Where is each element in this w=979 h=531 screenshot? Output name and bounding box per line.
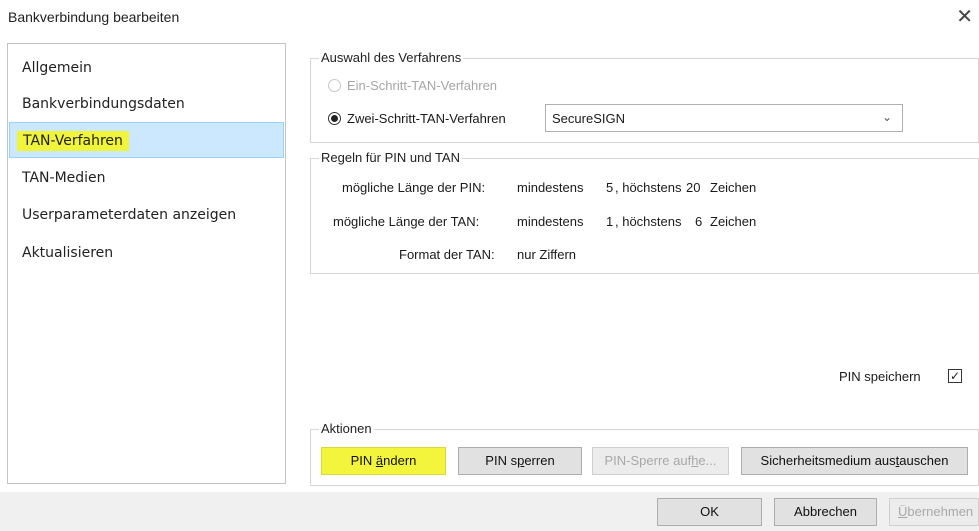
verfahren-group: Auswahl des Verfahrens Ein-Schritt-TAN-V… [310, 50, 979, 143]
button-label: PIN ändern [350, 453, 417, 468]
button-label: PIN sperren [485, 453, 555, 468]
chevron-down-icon: ⌄ [881, 110, 892, 124]
pin-speichern-label: PIN speichern [839, 369, 921, 384]
sidebar-item-tan-medien[interactable]: TAN-Medien [9, 160, 284, 196]
cancel-button[interactable]: Abbrechen [774, 498, 877, 526]
sidebar-item-userparameterdaten[interactable]: Userparameterdaten anzeigen [9, 197, 284, 233]
pin-unit: Zeichen [710, 180, 757, 195]
window-title: Bankverbindung bearbeiten [8, 9, 180, 25]
dialog-footer: OK Abbrechen Übernehmen [0, 492, 979, 531]
tan-max-value: 6 [695, 214, 703, 229]
ok-button[interactable]: OK [657, 498, 762, 526]
aktionen-legend: Aktionen [319, 421, 374, 436]
apply-button[interactable]: Übernehmen [889, 498, 979, 526]
pin-max-label: , höchstens [615, 180, 682, 195]
title-bar: Bankverbindung bearbeiten ✕ [0, 0, 979, 30]
pin-length-label: mögliche Länge der PIN: [342, 180, 486, 195]
pin-sperren-button[interactable]: PIN sperren [458, 447, 582, 475]
sidebar-item-allgemein[interactable]: Allgemein [9, 50, 284, 86]
regeln-group: Regeln für PIN und TAN mögliche Länge de… [310, 150, 979, 274]
sidebar-item-label: Bankverbindungsdaten [22, 96, 185, 112]
sidebar: Allgemein Bankverbindungsdaten TAN-Verfa… [7, 43, 286, 484]
button-label: Sicherheitsmedium austauschen [760, 453, 949, 468]
ein-schritt-radio[interactable] [328, 79, 341, 92]
zwei-schritt-radio[interactable] [328, 112, 341, 125]
pin-min-value: 5 [606, 180, 614, 195]
verfahren-legend: Auswahl des Verfahrens [319, 50, 464, 65]
tan-min-value: 1 [606, 214, 614, 229]
zwei-schritt-label: Zwei-Schritt-TAN-Verfahren [347, 111, 506, 126]
tan-length-label: mögliche Länge der TAN: [333, 214, 480, 229]
sidebar-item-label: TAN-Medien [22, 170, 106, 186]
button-label: Übernehmen [898, 504, 974, 519]
sicherheitsmedium-austauschen-button[interactable]: Sicherheitsmedium austauschen [741, 447, 968, 475]
pin-sperre-aufheben-button[interactable]: PIN-Sperre aufhe... [592, 447, 729, 475]
tan-format-label: Format der TAN: [399, 247, 495, 262]
sidebar-item-label: TAN-Verfahren [17, 131, 129, 151]
pin-min-label: mindestens [517, 180, 584, 195]
sidebar-item-label: Aktualisieren [22, 245, 114, 261]
tan-min-label: mindestens [517, 214, 584, 229]
sidebar-item-bankverbindungsdaten[interactable]: Bankverbindungsdaten [9, 86, 284, 122]
regeln-legend: Regeln für PIN und TAN [319, 150, 462, 165]
close-icon[interactable]: ✕ [956, 6, 973, 26]
tan-verfahren-dropdown[interactable]: SecureSIGN ⌄ [545, 104, 903, 132]
ein-schritt-label: Ein-Schritt-TAN-Verfahren [347, 78, 498, 93]
tan-format-value: nur Ziffern [517, 247, 577, 262]
sidebar-item-aktualisieren[interactable]: Aktualisieren [9, 235, 284, 271]
sidebar-item-tan-verfahren[interactable]: TAN-Verfahren [9, 122, 284, 158]
sidebar-item-label: Userparameterdaten anzeigen [22, 207, 237, 223]
tan-max-label: , höchstens [615, 214, 682, 229]
dropdown-value: SecureSIGN [552, 111, 625, 126]
tan-unit: Zeichen [710, 214, 757, 229]
aktionen-group: Aktionen PIN ändern PIN sperren PIN-Sper… [310, 421, 979, 486]
pin-max-value: 20 [686, 180, 701, 195]
pin-speichern-checkbox[interactable]: ✓ [948, 369, 962, 383]
pin-aendern-button[interactable]: PIN ändern [321, 447, 446, 475]
button-label: PIN-Sperre aufhe... [604, 453, 717, 468]
sidebar-item-label: Allgemein [22, 60, 92, 76]
